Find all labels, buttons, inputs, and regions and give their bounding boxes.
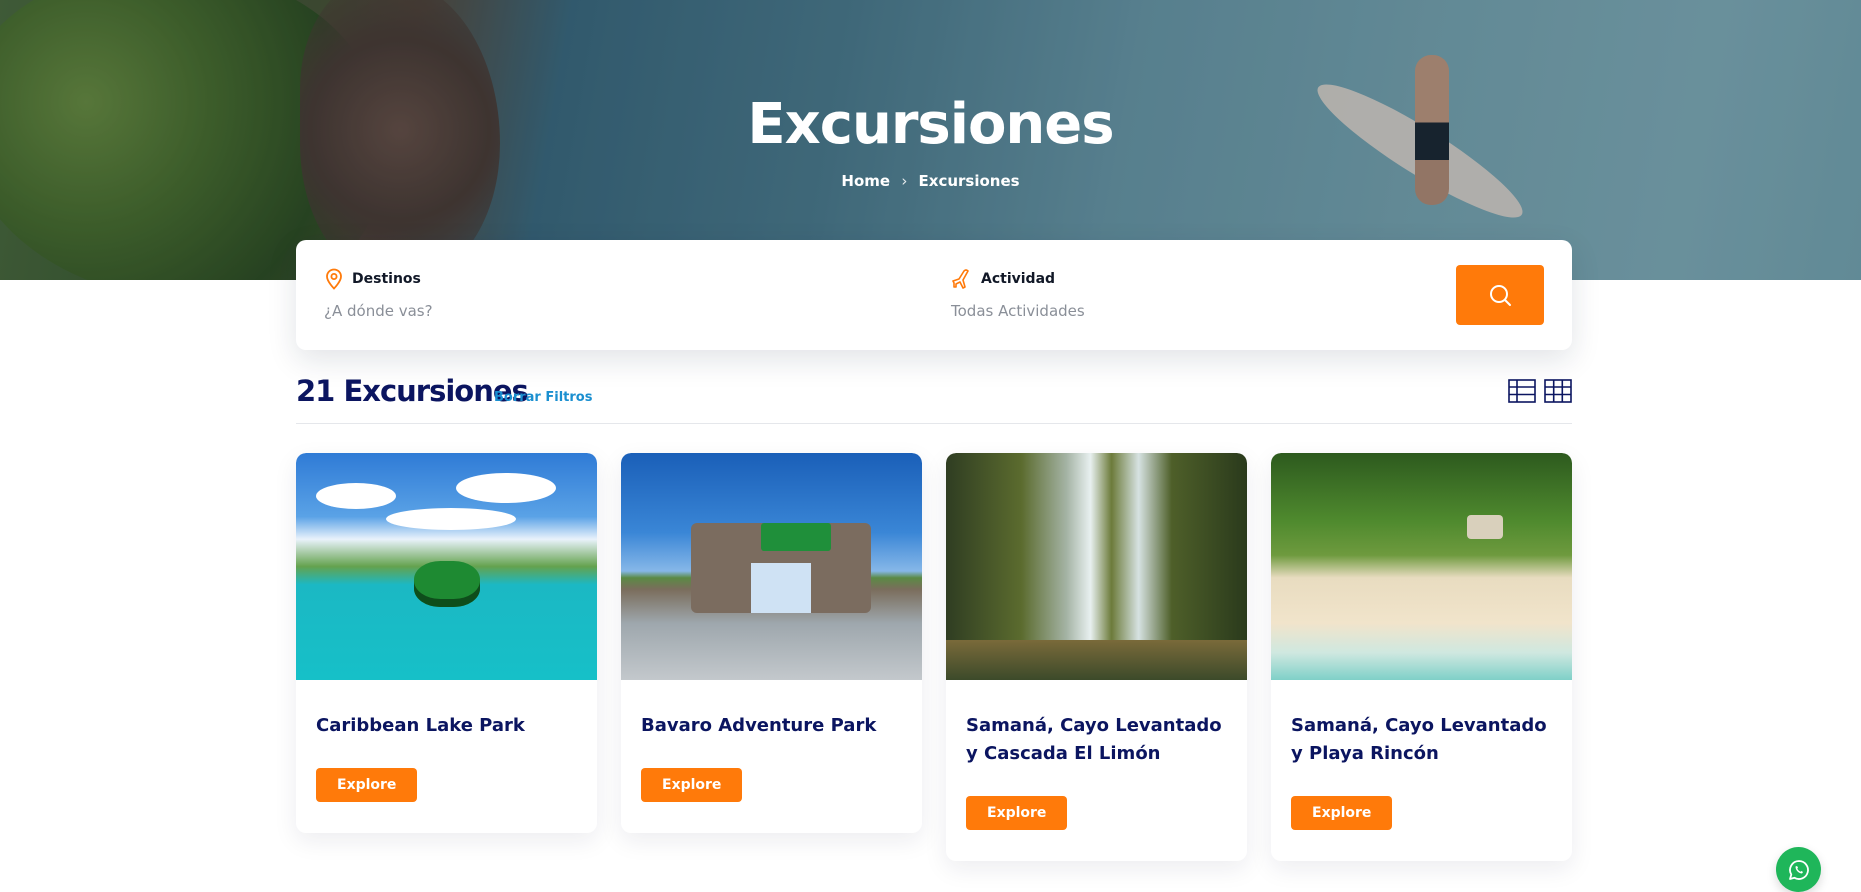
chevron-right-icon: › (901, 172, 908, 190)
results-header: 21 Excursiones Borrar Filtros (296, 372, 1572, 424)
park-sign (761, 523, 831, 551)
page: Excursiones Home › Excursiones Destinos … (0, 0, 1861, 892)
activity-field[interactable]: Actividad Todas Actividades (951, 268, 1431, 320)
page-title: Excursiones (747, 92, 1114, 157)
explore-button[interactable]: Explore (641, 768, 743, 802)
excursion-card[interactable]: Samaná, Cayo Levantado y Playa Rincón Ex… (1271, 453, 1572, 861)
excursion-card[interactable]: Bavaro Adventure Park Explore (621, 453, 922, 833)
waterfall-pool (946, 640, 1247, 680)
destination-input[interactable]: ¿A dónde vas? (324, 302, 904, 320)
explore-button[interactable]: Explore (316, 768, 418, 802)
destination-label: Destinos (352, 271, 421, 287)
search-bar: Destinos ¿A dónde vas? Actividad Todas A… (296, 240, 1572, 350)
excursion-title[interactable]: Samaná, Cayo Levantado y Playa Rincón (1271, 712, 1572, 768)
explore-button[interactable]: Explore (1291, 796, 1393, 830)
excursion-card[interactable]: Samaná, Cayo Levantado y Cascada El Limó… (946, 453, 1247, 861)
hero-banner: Excursiones Home › Excursiones (0, 0, 1861, 280)
excursion-card-grid: Caribbean Lake Park Explore Bavaro Adven… (296, 453, 1572, 873)
excursion-title[interactable]: Bavaro Adventure Park (621, 712, 922, 740)
list-view-icon[interactable] (1508, 379, 1536, 403)
search-button[interactable] (1456, 265, 1544, 325)
excursion-image[interactable] (946, 453, 1247, 680)
breadcrumb: Home › Excursiones (0, 172, 1861, 190)
plane-icon (952, 269, 969, 289)
grid-view-icon[interactable] (1544, 379, 1572, 403)
excursion-card[interactable]: Caribbean Lake Park Explore (296, 453, 597, 833)
map-pin-icon (326, 268, 342, 290)
excursion-title[interactable]: Samaná, Cayo Levantado y Cascada El Limó… (946, 712, 1247, 768)
breadcrumb-current: Excursiones (918, 172, 1020, 190)
explore-button[interactable]: Explore (966, 796, 1068, 830)
whatsapp-button[interactable] (1776, 847, 1821, 892)
whatsapp-icon (1788, 859, 1809, 880)
excursion-image[interactable] (296, 453, 597, 680)
activity-select[interactable]: Todas Actividades (951, 302, 1431, 320)
excursion-image[interactable] (621, 453, 922, 680)
excursion-title[interactable]: Caribbean Lake Park (296, 712, 597, 740)
destination-field[interactable]: Destinos ¿A dónde vas? (324, 268, 904, 320)
jet-boat (414, 561, 480, 607)
activity-label: Actividad (981, 271, 1056, 287)
search-icon (1490, 285, 1511, 306)
breadcrumb-home-link[interactable]: Home (841, 172, 890, 190)
excursion-image[interactable] (1271, 453, 1572, 680)
beach-hut (1467, 515, 1503, 539)
clear-filters-link[interactable]: Borrar Filtros (494, 390, 592, 405)
